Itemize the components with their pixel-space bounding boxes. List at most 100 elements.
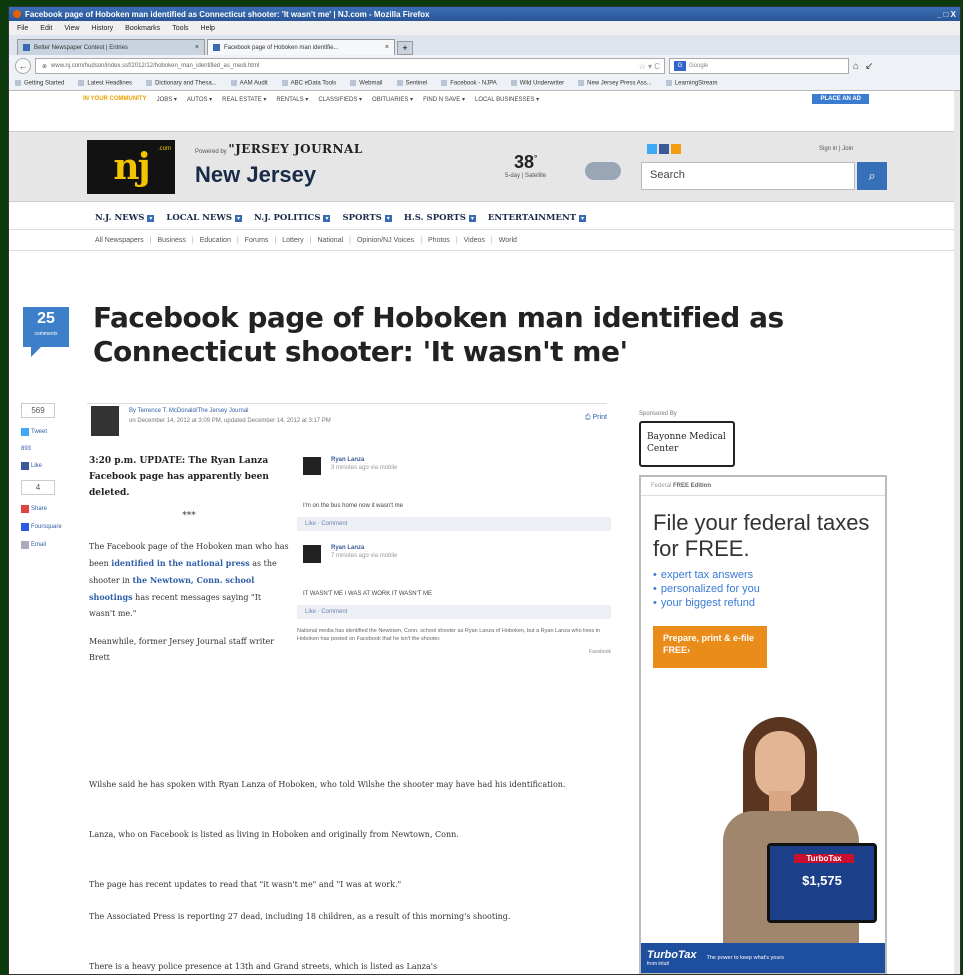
weather-widget[interactable]: 38° 5-day | Satellite [505, 152, 546, 179]
bookmark-item[interactable]: Wild Underwriter [511, 80, 564, 87]
site-search-input[interactable]: Search [641, 162, 855, 190]
address-bar[interactable]: ⊕ www.nj.com/hudson/index.ssf/2012/12/ho… [35, 58, 665, 74]
community-link[interactable]: RENTALS ▾ [276, 96, 308, 103]
page-scrollbar[interactable] [954, 91, 960, 974]
subnav-link[interactable]: All Newspapers [95, 237, 144, 244]
plusone-count: 893 [21, 446, 32, 452]
tab-contest[interactable]: Better Newspaper Contest | Entries × [17, 39, 205, 55]
community-link[interactable]: REAL ESTATE ▾ [222, 96, 266, 103]
community-link[interactable]: FIND N SAVE ▾ [423, 96, 465, 103]
menu-tools[interactable]: Tools [172, 25, 188, 32]
subnav-link[interactable]: Opinion/NJ Voices [349, 237, 414, 244]
comment-count: 25 [37, 310, 55, 327]
nj-logo[interactable]: nj .com [87, 140, 175, 194]
back-button[interactable]: ← [15, 58, 31, 74]
tab-article[interactable]: Facebook page of Hoboken man identifie..… [207, 39, 395, 55]
page-icon [23, 44, 30, 51]
bookmark-item[interactable]: ABC eData Tools [282, 80, 337, 87]
face [755, 731, 805, 797]
close-icon[interactable]: × [385, 44, 389, 51]
bookmark-item[interactable]: Sentinel [397, 80, 428, 87]
menu-edit[interactable]: Edit [40, 25, 52, 32]
sign-in-link[interactable]: Sign in | Join [819, 146, 853, 152]
menu-help[interactable]: Help [201, 25, 215, 32]
region-title: New Jersey [195, 162, 317, 187]
ad-headline: File your federal taxes for FREE. [653, 510, 870, 561]
google-icon: G [674, 61, 686, 71]
bookmark-item[interactable]: Latest Headlines [78, 80, 132, 87]
share-button[interactable]: Share [21, 505, 75, 513]
subnav-link[interactable]: Videos [456, 237, 485, 244]
turbotax-ad[interactable]: Federal FREE Edition File your federal t… [639, 475, 887, 974]
bookmark-item[interactable]: New Jersey Press Ass... [578, 80, 652, 87]
plusone-button[interactable]: 893 [21, 446, 75, 452]
bookmark-item[interactable]: LearningStream [666, 80, 718, 87]
community-link[interactable]: CLASSIFIEDS ▾ [318, 96, 362, 103]
window-controls[interactable]: _ □ X [937, 10, 960, 19]
avatar [303, 457, 321, 475]
paragraph-1: The Facebook page of the Hoboken man who… [89, 539, 289, 622]
comments-count-badge[interactable]: 25 comments [23, 307, 69, 357]
place-ad-button[interactable]: PLACE AN AD [812, 94, 869, 104]
subnav-link[interactable]: Business [150, 237, 185, 244]
twitter-icon[interactable] [647, 144, 657, 154]
nav-nj-politics[interactable]: N.J. POLITICS [254, 213, 330, 223]
ad-cta-button[interactable]: Prepare, print & e-file FREE› [653, 626, 767, 668]
post-time: 3 minutes ago via mobile [331, 465, 398, 471]
browser-search-input[interactable]: G Google [669, 58, 849, 74]
community-link[interactable]: LOCAL BUSINESSES ▾ [475, 96, 539, 103]
bookmark-item[interactable]: Facebook - NJPA [441, 80, 497, 87]
forecast-link[interactable]: 5-day | Satellite [505, 173, 546, 179]
like-button[interactable]: Like [21, 462, 75, 470]
community-link[interactable]: AUTOS ▾ [187, 96, 212, 103]
partly-cloudy-icon [585, 155, 621, 180]
subnav-link[interactable]: Forums [237, 237, 269, 244]
search-icon[interactable]: ⌕ [857, 162, 887, 190]
email-button[interactable]: Email [21, 541, 75, 549]
rss-icon[interactable] [671, 144, 681, 154]
menu-history[interactable]: History [91, 25, 113, 32]
new-tab-button[interactable]: + [397, 41, 413, 55]
home-icon[interactable]: ⌂ [853, 61, 859, 72]
community-strip: IN YOUR COMMUNITY JOBS ▾ AUTOS ▾ REAL ES… [83, 91, 960, 107]
bookmark-star-icon[interactable]: ☆ ▾ C [639, 62, 664, 71]
social-icons [647, 144, 681, 154]
download-icon[interactable]: ↙ [865, 61, 873, 72]
share-label: Share [31, 506, 48, 512]
subnav-link[interactable]: National [310, 237, 343, 244]
nav-sports[interactable]: SPORTS [342, 213, 391, 223]
link-national-press[interactable]: identified in the national press [111, 558, 249, 568]
print-link[interactable]: ⎙ Print [585, 414, 607, 422]
sponsor-logo[interactable]: Bayonne Medical Center [639, 421, 735, 467]
post-author: Ryan Lanza [331, 545, 365, 551]
community-link[interactable]: OBITUARIES ▾ [372, 96, 413, 103]
facebook-icon[interactable] [659, 144, 669, 154]
tweet-button[interactable]: Tweet [21, 428, 75, 436]
subnav-link[interactable]: Photos [420, 237, 450, 244]
subnav-link[interactable]: World [491, 237, 517, 244]
web-page: IN YOUR COMMUNITY JOBS ▾ AUTOS ▾ REAL ES… [9, 91, 960, 974]
nav-nj-news[interactable]: N.J. NEWS [95, 213, 154, 223]
facebook-icon [21, 462, 29, 470]
subnav-link[interactable]: Lottery [274, 237, 303, 244]
community-link[interactable]: JOBS ▾ [157, 96, 177, 103]
menu-view[interactable]: View [64, 25, 79, 32]
bookmark-item[interactable]: AAM Audit [231, 80, 268, 87]
author-link[interactable]: Terrence T. McDonald/The Jersey Journal [138, 408, 249, 414]
nav-entertainment[interactable]: ENTERTAINMENT [488, 213, 586, 223]
nav-hs-sports[interactable]: H.S. SPORTS [404, 213, 476, 223]
share-icon [21, 505, 29, 513]
menu-file[interactable]: File [17, 25, 28, 32]
foursquare-button[interactable]: Foursquare [21, 523, 75, 531]
paragraph-3: Lanza, who on Facebook is listed as livi… [89, 830, 459, 839]
nav-local-news[interactable]: LOCAL NEWS [166, 213, 242, 223]
bookmark-item[interactable]: Dictionary and Thesa... [146, 80, 217, 87]
bookmarks-bar: Getting Started Latest Headlines Diction… [9, 77, 960, 91]
menu-bar: File Edit View History Bookmarks Tools H… [9, 21, 960, 35]
bookmark-item[interactable]: Getting Started [15, 80, 64, 87]
bookmark-item[interactable]: Webmail [350, 80, 382, 87]
subnav-link[interactable]: Education [192, 237, 231, 244]
temperature: 38° [505, 152, 546, 173]
menu-bookmarks[interactable]: Bookmarks [125, 25, 160, 32]
close-icon[interactable]: × [195, 44, 199, 51]
